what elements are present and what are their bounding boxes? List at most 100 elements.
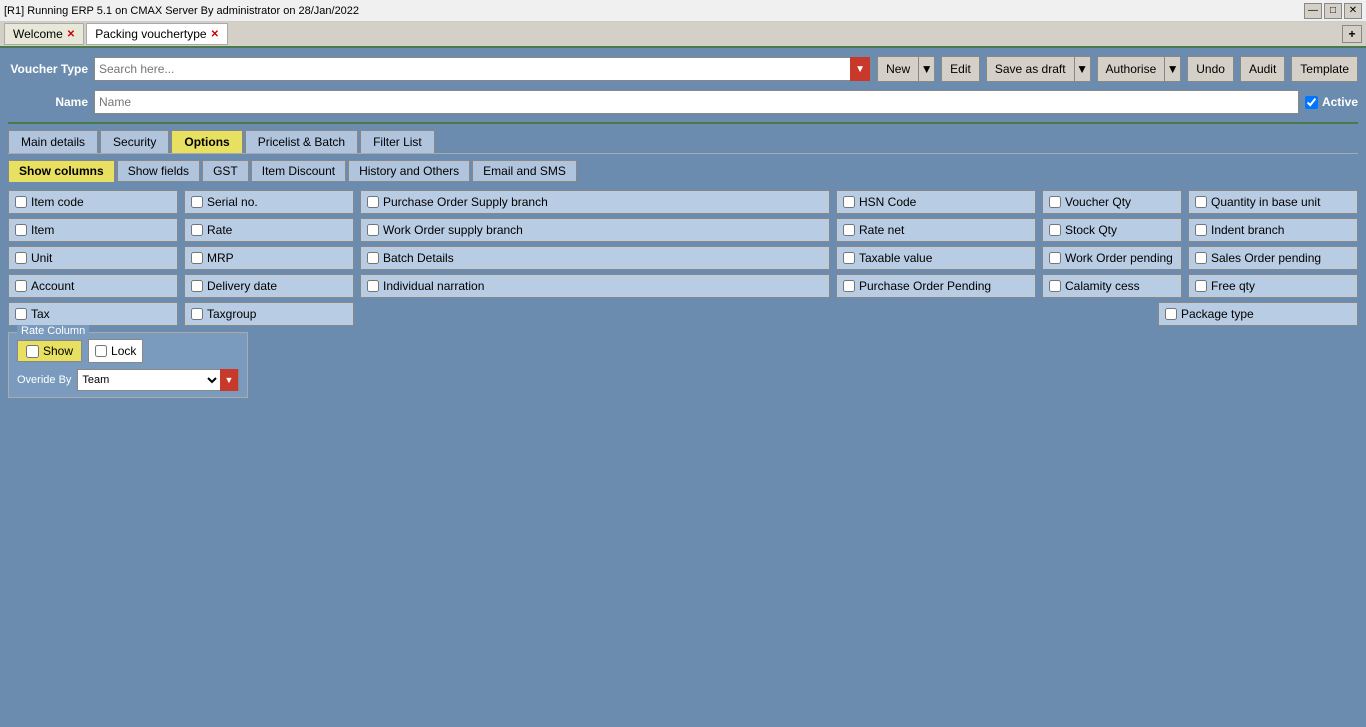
toolbar-row: Voucher Type ▼ New ▼ Edit Save as draft …	[8, 56, 1358, 82]
cb-calamity-cess[interactable]	[1049, 280, 1061, 292]
tab-filter-list[interactable]: Filter List	[360, 130, 435, 153]
title-bar: [R1] Running ERP 5.1 on CMAX Server By a…	[0, 0, 1366, 22]
cb-rate[interactable]	[191, 224, 203, 236]
edit-button[interactable]: Edit	[941, 56, 980, 82]
tab-packing-vouchertype[interactable]: Packing vouchertype ✕	[86, 23, 228, 45]
name-input[interactable]	[94, 90, 1299, 114]
tab-options[interactable]: Options	[171, 130, 242, 153]
cb-rate-net[interactable]	[843, 224, 855, 236]
tab-pricelist-batch[interactable]: Pricelist & Batch	[245, 130, 358, 153]
tab-welcome-close[interactable]: ✕	[67, 29, 75, 40]
cb-item-code[interactable]	[15, 196, 27, 208]
rate-column-box: Rate Column Show Lock Overide By Team Us…	[8, 332, 248, 398]
subtab-history-others[interactable]: History and Others	[348, 160, 470, 182]
col-item-code: Item code	[8, 190, 178, 214]
col-rate: Rate	[184, 218, 354, 242]
cb-tax[interactable]	[15, 308, 27, 320]
cb-purchase-order-supply[interactable]	[367, 196, 379, 208]
cb-sales-order-pending[interactable]	[1195, 252, 1207, 264]
cb-free-qty[interactable]	[1195, 280, 1207, 292]
override-select[interactable]: Team User Role	[78, 370, 220, 390]
search-input[interactable]	[95, 60, 850, 78]
title-text: [R1] Running ERP 5.1 on CMAX Server By a…	[4, 5, 359, 17]
close-button[interactable]: ✕	[1344, 3, 1362, 19]
new-button[interactable]: New	[877, 56, 919, 82]
col-serial-no: Serial no.	[184, 190, 354, 214]
save-draft-button[interactable]: Save as draft	[986, 56, 1075, 82]
col-free-qty: Free qty	[1188, 274, 1358, 298]
col-purchase-order-supply: Purchase Order Supply branch	[360, 190, 830, 214]
col-stock-qty: Stock Qty	[1042, 218, 1182, 242]
override-arrow[interactable]: ▼	[220, 369, 238, 391]
tab-main-details[interactable]: Main details	[8, 130, 98, 153]
add-tab-button[interactable]: +	[1342, 25, 1362, 43]
cb-item[interactable]	[15, 224, 27, 236]
cb-hsn-code[interactable]	[843, 196, 855, 208]
cb-work-order-supply[interactable]	[367, 224, 379, 236]
cb-indent-branch[interactable]	[1195, 224, 1207, 236]
col-delivery-date: Delivery date	[184, 274, 354, 298]
authorise-button[interactable]: Authorise	[1097, 56, 1166, 82]
cb-qty-base-unit[interactable]	[1195, 196, 1207, 208]
cb-voucher-qty[interactable]	[1049, 196, 1061, 208]
show-button[interactable]: Show	[17, 340, 82, 362]
voucher-type-search: ▼	[94, 57, 871, 81]
override-label: Overide By	[17, 374, 71, 386]
new-button-group: New ▼	[877, 56, 935, 82]
cb-serial-no[interactable]	[191, 196, 203, 208]
minimize-button[interactable]: —	[1304, 3, 1322, 19]
subtab-gst[interactable]: GST	[202, 160, 249, 182]
active-checkbox[interactable]	[1305, 96, 1318, 109]
col-individual-narration: Individual narration	[360, 274, 830, 298]
tab-security[interactable]: Security	[100, 130, 169, 153]
name-row: Name Active	[8, 90, 1358, 114]
cb-lock[interactable]	[95, 345, 107, 357]
cb-taxgroup[interactable]	[191, 308, 203, 320]
template-button[interactable]: Template	[1291, 56, 1358, 82]
active-label: Active	[1322, 95, 1358, 109]
subtab-item-discount[interactable]: Item Discount	[251, 160, 346, 182]
cb-batch-details[interactable]	[367, 252, 379, 264]
override-row: Overide By Team User Role ▼	[17, 369, 239, 391]
cb-purchase-order-pending[interactable]	[843, 280, 855, 292]
subtab-show-fields[interactable]: Show fields	[117, 160, 200, 182]
col-rate-net: Rate net	[836, 218, 1036, 242]
divider-top	[8, 122, 1358, 124]
authorise-arrow[interactable]: ▼	[1165, 56, 1181, 82]
col-mrp: MRP	[184, 246, 354, 270]
cb-account[interactable]	[15, 280, 27, 292]
nav-tabs: Main details Security Options Pricelist …	[8, 130, 1358, 154]
override-select-wrap: Team User Role ▼	[77, 369, 239, 391]
cb-mrp[interactable]	[191, 252, 203, 264]
new-dropdown-arrow[interactable]: ▼	[919, 56, 935, 82]
save-draft-arrow[interactable]: ▼	[1075, 56, 1091, 82]
audit-button[interactable]: Audit	[1240, 56, 1285, 82]
cb-delivery-date[interactable]	[191, 280, 203, 292]
main-content: Voucher Type ▼ New ▼ Edit Save as draft …	[0, 48, 1366, 406]
cb-unit[interactable]	[15, 252, 27, 264]
subtab-email-sms[interactable]: Email and SMS	[472, 160, 577, 182]
col-taxable-value: Taxable value	[836, 246, 1036, 270]
maximize-button[interactable]: □	[1324, 3, 1342, 19]
cb-stock-qty[interactable]	[1049, 224, 1061, 236]
subtab-show-columns[interactable]: Show columns	[8, 160, 115, 182]
show-checkbox[interactable]	[26, 345, 39, 358]
col-taxgroup: Taxgroup	[184, 302, 354, 326]
col-package-type: Package type	[1158, 302, 1358, 326]
search-dropdown-arrow[interactable]: ▼	[850, 57, 870, 81]
tab-packing-close[interactable]: ✕	[211, 29, 219, 40]
cb-individual-narration[interactable]	[367, 280, 379, 292]
cb-package-type[interactable]	[1165, 308, 1177, 320]
tab-bar: Welcome ✕ Packing vouchertype ✕ +	[0, 22, 1366, 48]
undo-button[interactable]: Undo	[1187, 56, 1234, 82]
authorise-group: Authorise ▼	[1097, 56, 1182, 82]
col-qty-base-unit: Quantity in base unit	[1188, 190, 1358, 214]
col-account: Account	[8, 274, 178, 298]
col-hsn-code: HSN Code	[836, 190, 1036, 214]
window-controls[interactable]: — □ ✕	[1304, 3, 1362, 19]
col-tax: Tax	[8, 302, 178, 326]
columns-panel: Item code Serial no. Purchase Order Supp…	[8, 190, 1358, 398]
cb-taxable-value[interactable]	[843, 252, 855, 264]
tab-welcome[interactable]: Welcome ✕	[4, 23, 84, 45]
cb-work-order-pending[interactable]	[1049, 252, 1061, 264]
